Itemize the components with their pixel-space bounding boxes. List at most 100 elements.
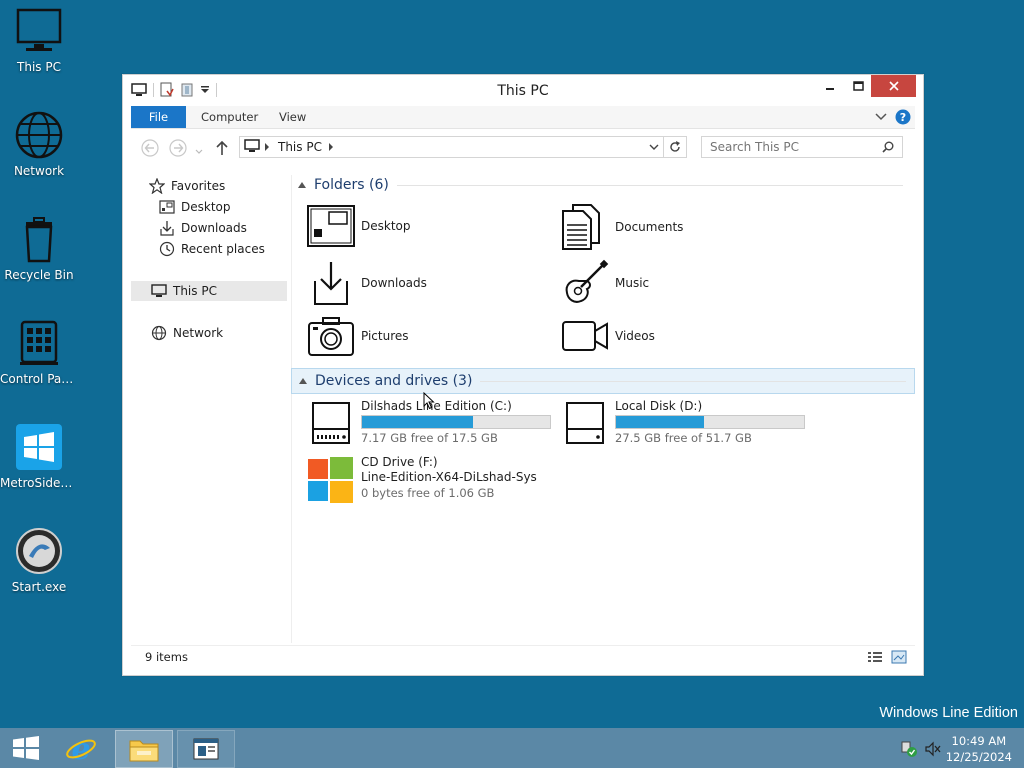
breadcrumb-separator-icon[interactable]	[328, 143, 334, 151]
tab-file[interactable]: File	[131, 106, 186, 128]
folder-item-pictures[interactable]: Pictures	[307, 315, 409, 357]
folder-item-videos[interactable]: Videos	[561, 315, 655, 357]
chevron-down-icon	[195, 149, 203, 154]
back-arrow-icon	[141, 139, 159, 157]
collapse-triangle-icon[interactable]	[298, 182, 306, 188]
drive-usage-bar	[361, 415, 551, 429]
group-header-folders[interactable]: Folders (6)	[291, 173, 911, 197]
minimize-button[interactable]	[815, 75, 845, 97]
desktop-icon-label: This PC	[17, 60, 61, 74]
recent-locations-button[interactable]	[195, 144, 203, 158]
folder-item-documents[interactable]: Documents	[561, 203, 683, 251]
title-bar[interactable]: This PC	[123, 75, 923, 105]
refresh-button[interactable]	[664, 136, 687, 158]
item-count: 9 items	[145, 650, 188, 664]
address-bar[interactable]: This PC	[239, 136, 664, 158]
nav-network[interactable]: Network	[151, 323, 223, 343]
group-title: Folders (6)	[314, 177, 389, 193]
taskbar-internet-explorer[interactable]: e	[58, 730, 104, 766]
guitar-icon	[565, 259, 609, 303]
nav-desktop[interactable]: Desktop	[159, 197, 231, 217]
group-header-devices[interactable]: Devices and drives (3)	[291, 368, 915, 394]
mouse-cursor-icon	[423, 392, 435, 410]
group-title: Devices and drives (3)	[315, 373, 473, 389]
nav-label: This PC	[173, 284, 217, 298]
details-view-icon[interactable]	[867, 650, 883, 664]
drive-volume-label: Line-Edition-X64-DiLshad-Sys	[361, 470, 537, 484]
video-camera-icon	[562, 321, 608, 351]
folder-label: Pictures	[361, 329, 409, 343]
downloads-folder-icon	[314, 262, 348, 305]
volume-muted-icon[interactable]	[924, 740, 942, 758]
tab-computer[interactable]: Computer	[201, 106, 258, 128]
maximize-button[interactable]	[845, 75, 871, 97]
nav-downloads[interactable]: Downloads	[159, 218, 247, 238]
up-button[interactable]	[215, 139, 229, 160]
taskbar-clock[interactable]: 10:49 AM 12/25/2024	[946, 733, 1012, 765]
drive-name: Local Disk (D:)	[615, 399, 703, 413]
search-box[interactable]	[701, 136, 903, 158]
desktop-icon-start-exe[interactable]: Start.exe	[0, 526, 78, 594]
folder-item-downloads[interactable]: Downloads	[307, 259, 427, 307]
documents-folder-icon	[562, 204, 600, 250]
nav-favorites[interactable]: Favorites	[149, 176, 225, 196]
download-icon	[160, 221, 174, 236]
action-center-icon[interactable]	[900, 740, 918, 758]
desktop-icon-control-panel[interactable]: Control Panel	[0, 318, 78, 386]
desktop-icon-label: Start.exe	[11, 580, 67, 594]
recycle-bin-icon	[25, 217, 53, 263]
window-title: This PC	[497, 83, 549, 99]
desktop-icon-label: Network	[13, 164, 65, 178]
windows-logo-icon	[16, 424, 62, 470]
taskbar-app[interactable]	[177, 730, 235, 768]
nav-label: Network	[173, 326, 224, 340]
svg-text:?: ?	[900, 111, 906, 124]
desktop-icon-metrosidebar[interactable]: MetroSideb...	[0, 422, 78, 490]
taskbar: e 10:49 AM 12/25/2024	[0, 728, 1024, 768]
drive-free-space: 7.17 GB free of 17.5 GB	[361, 431, 498, 445]
edition-watermark: Windows Line Edition	[879, 705, 1018, 721]
desktop-icon-label: MetroSideb...	[0, 476, 78, 490]
nav-label: Favorites	[171, 179, 226, 193]
ribbon-controls: ?	[875, 109, 911, 125]
collapse-triangle-icon[interactable]	[299, 378, 307, 384]
folder-item-music[interactable]: Music	[561, 259, 649, 307]
nav-label: Desktop	[181, 200, 231, 214]
search-input[interactable]	[708, 139, 877, 155]
hard-drive-icon	[312, 402, 350, 444]
search-icon[interactable]	[882, 141, 894, 153]
clock-icon	[159, 241, 175, 257]
app-window-icon	[193, 738, 219, 760]
taskbar-file-explorer[interactable]	[115, 730, 173, 768]
expand-ribbon-icon[interactable]	[875, 112, 887, 122]
desktop-icon-this-pc[interactable]: This PC	[0, 6, 78, 74]
maximize-icon	[852, 81, 864, 91]
breadcrumb-separator-icon[interactable]	[264, 143, 270, 151]
back-button[interactable]	[141, 139, 159, 160]
nav-recent-places[interactable]: Recent places	[159, 239, 265, 259]
close-button[interactable]	[871, 75, 916, 97]
desktop-icon-label: Control Panel	[0, 372, 78, 386]
nav-label: Downloads	[181, 221, 247, 235]
large-icons-view-icon[interactable]	[891, 650, 907, 664]
refresh-icon	[670, 141, 680, 152]
folder-item-desktop[interactable]: Desktop	[307, 205, 411, 247]
globe-icon	[151, 325, 167, 341]
clock-time: 10:49 AM	[951, 734, 1007, 748]
desktop-icon	[159, 200, 175, 214]
chevron-down-icon[interactable]	[649, 143, 659, 151]
tab-view[interactable]: View	[279, 106, 306, 128]
desktop-icon-recycle-bin[interactable]: Recycle Bin	[0, 214, 78, 282]
breadcrumb[interactable]: This PC	[278, 140, 322, 154]
desktop-icon-network[interactable]: Network	[0, 110, 78, 178]
drive-item-cd-f[interactable]: CD Drive (F:) Line-Edition-X64-DiLshad-S…	[307, 455, 607, 507]
monitor-icon	[16, 8, 62, 51]
help-icon[interactable]: ?	[895, 109, 911, 125]
camera-icon	[308, 317, 354, 356]
forward-button[interactable]	[169, 139, 187, 160]
nav-this-pc[interactable]: This PC	[131, 281, 287, 301]
start-orb-icon	[16, 528, 62, 574]
start-button[interactable]	[4, 730, 48, 766]
ribbon-tabs: File Computer View ?	[131, 106, 915, 129]
drive-item-d[interactable]: Local Disk (D:) 27.5 GB free of 51.7 GB	[561, 399, 811, 451]
